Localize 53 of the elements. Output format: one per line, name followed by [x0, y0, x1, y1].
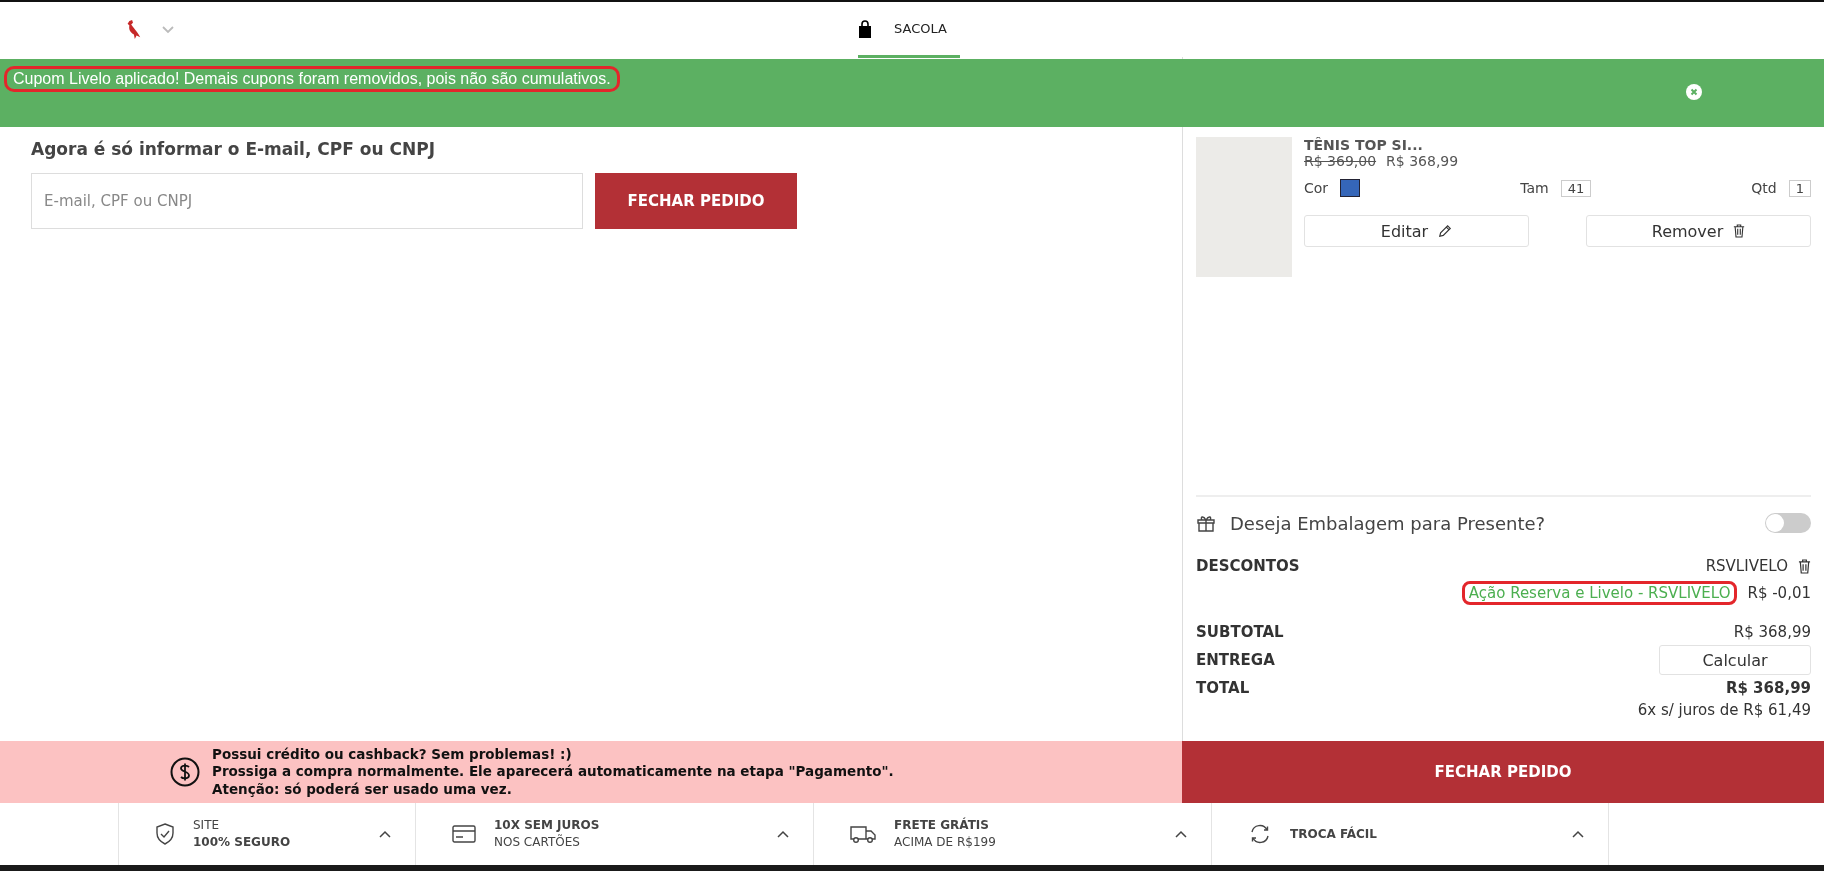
exchange-arrows-icon [1248, 823, 1272, 845]
promotion-name: Ação Reserva e Livelo - RSVLIVELO [1461, 581, 1738, 605]
calculate-button[interactable]: Calcular [1659, 645, 1811, 675]
benefit-subtitle: NOS CARTÕES [494, 834, 581, 851]
credit-notice-line: Atenção: só poderá ser usado uma vez. [212, 780, 513, 799]
close-icon[interactable] [1686, 83, 1702, 100]
identify-heading: Agora é só informar o E-mail, CPF ou CNPJ [31, 139, 436, 159]
size-label: Tam [1520, 180, 1549, 196]
trash-icon [1733, 224, 1746, 238]
subtotal-value: R$ 368,99 [1733, 623, 1811, 641]
chevron-up-icon[interactable] [379, 830, 391, 838]
benefit-subtitle: 100% SEGURO [193, 834, 292, 851]
chevron-up-icon[interactable] [1175, 830, 1187, 838]
quantity-value[interactable]: 1 [1788, 179, 1811, 197]
gift-wrap-label: Deseja Embalagem para Presente? [1230, 512, 1547, 534]
chevron-up-icon[interactable] [777, 830, 789, 838]
remove-button[interactable]: Remover [1586, 215, 1811, 247]
dollar-coin-icon [170, 757, 200, 787]
benefit-title: TROCA FÁCIL [1290, 825, 1378, 843]
gift-icon [1196, 513, 1216, 533]
discounts-label: DESCONTOS [1196, 557, 1300, 577]
edit-button[interactable]: Editar [1304, 215, 1529, 247]
notice-message: Cupom Livelo aplicado! Demais cupons foram removidos, pois não são cumulativos. [4, 66, 620, 92]
trash-icon[interactable] [1798, 558, 1811, 574]
close-order-button[interactable]: FECHAR PEDIDO [595, 173, 797, 229]
subtotal-label: SUBTOTAL [1196, 623, 1284, 641]
delivery-label: ENTREGA [1196, 651, 1275, 669]
close-order-button[interactable]: FECHAR PEDIDO [1182, 741, 1824, 803]
installments-text: 6x s/ juros de R$ 61,49 [1637, 701, 1811, 719]
total-label: TOTAL [1196, 679, 1250, 697]
total-value: R$ 368,99 [1725, 679, 1811, 697]
credit-notice-line: Prossiga a compra normalmente. Ele aparecerá automaticamente na etapa "Pagamento". [212, 763, 894, 781]
gift-wrap-toggle[interactable] [1765, 513, 1811, 533]
shield-check-icon [155, 823, 175, 845]
benefit-title: FRETE GRÁTIS [894, 817, 990, 834]
email-field[interactable]: E-mail, CPF ou CNPJ [31, 173, 583, 229]
product-price: R$ 368,99 [1386, 153, 1459, 169]
size-value: 41 [1560, 179, 1592, 197]
color-label: Cor [1304, 180, 1329, 196]
credit-notice-line: Possui crédito ou cashback? Sem problemas! :) [212, 745, 573, 764]
chevron-up-icon[interactable] [1572, 830, 1584, 838]
coupon-code: RSVLIVELO [1705, 557, 1788, 575]
benefit-title: 10X SEM JUROS [494, 817, 601, 834]
old-price: R$ 369,00 [1304, 153, 1377, 169]
truck-icon [850, 824, 876, 844]
benefit-subtitle: ACIMA DE R$199 [894, 834, 997, 851]
benefit-title: SITE [193, 817, 221, 834]
product-name[interactable]: TÊNIS TOP SI... [1304, 137, 1811, 153]
discount-amount: R$ -0,01 [1747, 584, 1811, 602]
quantity-label: Qtd [1751, 180, 1777, 196]
shopping-bag-icon [858, 19, 872, 38]
credit-card-icon [452, 825, 476, 843]
pencil-icon [1438, 224, 1453, 238]
